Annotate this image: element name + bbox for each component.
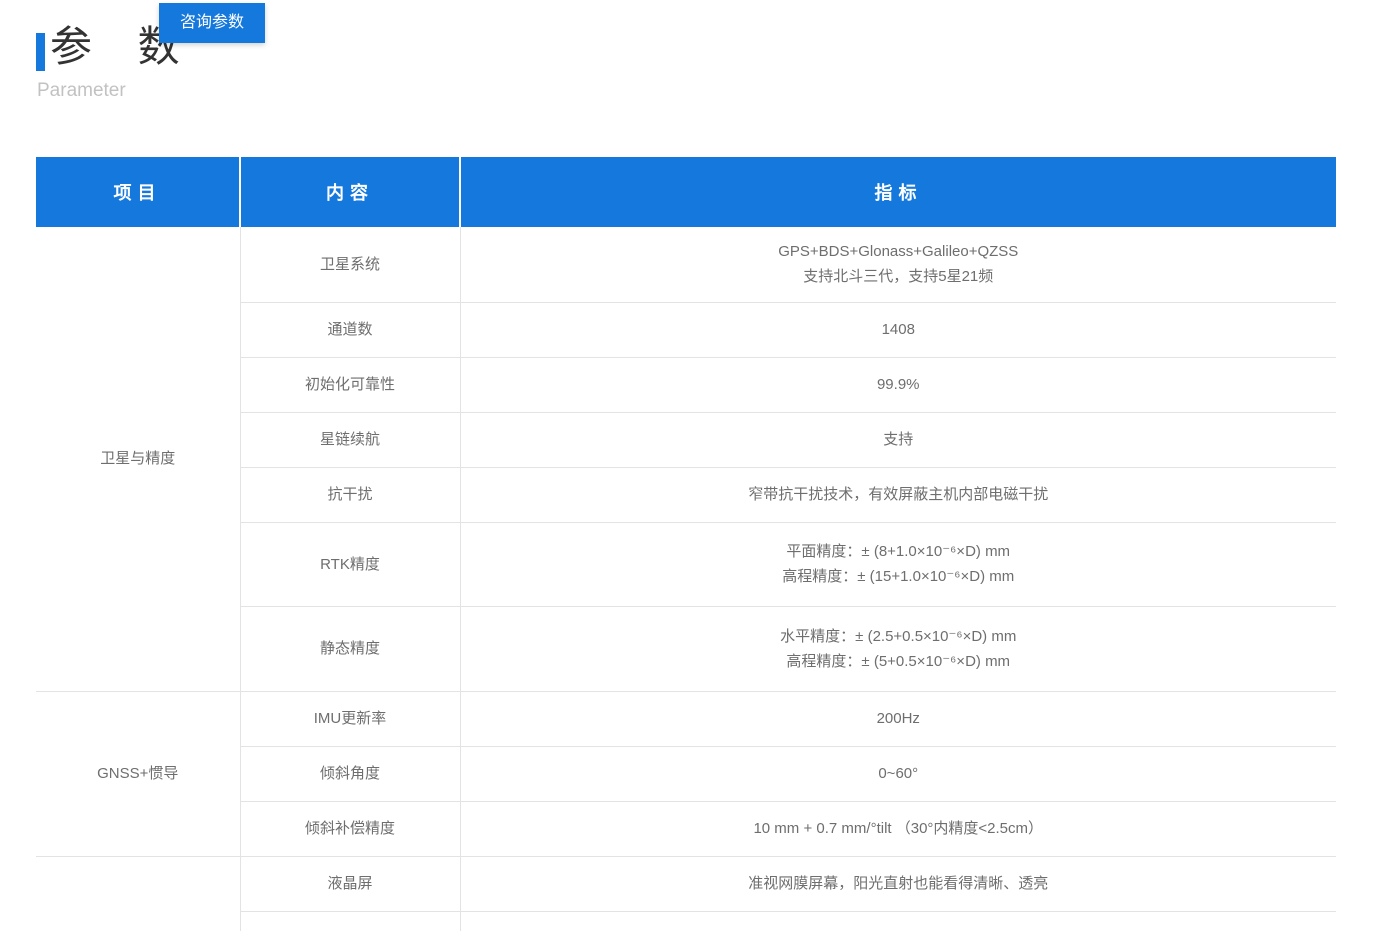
spec-cell: 窄带抗干扰技术，有效屏蔽主机内部电磁干扰 <box>460 467 1336 522</box>
spec-cell: GPS+BDS+Glonass+Galileo+QZSS 支持北斗三代，支持5星… <box>460 227 1336 302</box>
table-row: 液晶屏 准视网膜屏幕，阳光直射也能看得清晰、透亮 <box>36 856 1336 911</box>
page-subtitle: Parameter <box>37 80 126 102</box>
spec-cell: 0~60° <box>460 746 1336 801</box>
item-cell: 初始化可靠性 <box>240 357 460 412</box>
spec-cell: 1408 <box>460 302 1336 357</box>
item-cell: 通道数 <box>240 302 460 357</box>
item-cell: 抗干扰 <box>240 467 460 522</box>
col-header-item: 项目 <box>36 157 240 227</box>
spec-cell: 200Hz <box>460 691 1336 746</box>
spec-cell <box>460 911 1336 931</box>
spec-cell: 支持 <box>460 412 1336 467</box>
group-cell-satellite-precision: 卫星与精度 <box>36 227 240 691</box>
spec-cell: 水平精度：± (2.5+0.5×10⁻⁶×D) mm 高程精度：± (5+0.5… <box>460 606 1336 691</box>
col-header-content: 内容 <box>240 157 460 227</box>
item-cell: 静态精度 <box>240 606 460 691</box>
spec-line: 平面精度：± (8+1.0×10⁻⁶×D) mm <box>461 539 1337 564</box>
spec-cell: 10 mm + 0.7 mm/°tilt （30°内精度<2.5cm） <box>460 801 1336 856</box>
title-accent-bar <box>36 33 45 71</box>
item-cell <box>240 911 460 931</box>
item-cell: 倾斜补偿精度 <box>240 801 460 856</box>
parameters-table: 项目 内容 指标 卫星与精度 卫星系统 GPS+BDS+Glonass+Gali… <box>36 157 1336 931</box>
spec-cell: 平面精度：± (8+1.0×10⁻⁶×D) mm 高程精度：± (15+1.0×… <box>460 522 1336 606</box>
spec-line: 水平精度：± (2.5+0.5×10⁻⁶×D) mm <box>461 624 1337 649</box>
group-cell-gnss-ins: GNSS+惯导 <box>36 691 240 856</box>
table-row: 卫星与精度 卫星系统 GPS+BDS+Glonass+Galileo+QZSS … <box>36 227 1336 302</box>
spec-line: 支持北斗三代，支持5星21频 <box>461 264 1337 289</box>
item-cell: 星链续航 <box>240 412 460 467</box>
spec-line: 高程精度：± (15+1.0×10⁻⁶×D) mm <box>461 564 1337 589</box>
item-cell: RTK精度 <box>240 522 460 606</box>
spec-line: 高程精度：± (5+0.5×10⁻⁶×D) mm <box>461 649 1337 674</box>
group-cell-bottom <box>36 856 240 931</box>
table-header-row: 项目 内容 指标 <box>36 157 1336 227</box>
spec-cell: 99.9% <box>460 357 1336 412</box>
spec-cell: 准视网膜屏幕，阳光直射也能看得清晰、透亮 <box>460 856 1336 911</box>
item-cell: 倾斜角度 <box>240 746 460 801</box>
table-row: GNSS+惯导 IMU更新率 200Hz <box>36 691 1336 746</box>
item-cell: IMU更新率 <box>240 691 460 746</box>
consult-params-button[interactable]: 咨询参数 <box>159 3 265 43</box>
col-header-spec: 指标 <box>460 157 1336 227</box>
item-cell: 卫星系统 <box>240 227 460 302</box>
item-cell: 液晶屏 <box>240 856 460 911</box>
spec-line: GPS+BDS+Glonass+Galileo+QZSS <box>461 239 1337 264</box>
parameter-page: 参 数 Parameter 咨询参数 项目 内容 指标 卫星与精度 卫星系统 G… <box>0 0 1374 931</box>
